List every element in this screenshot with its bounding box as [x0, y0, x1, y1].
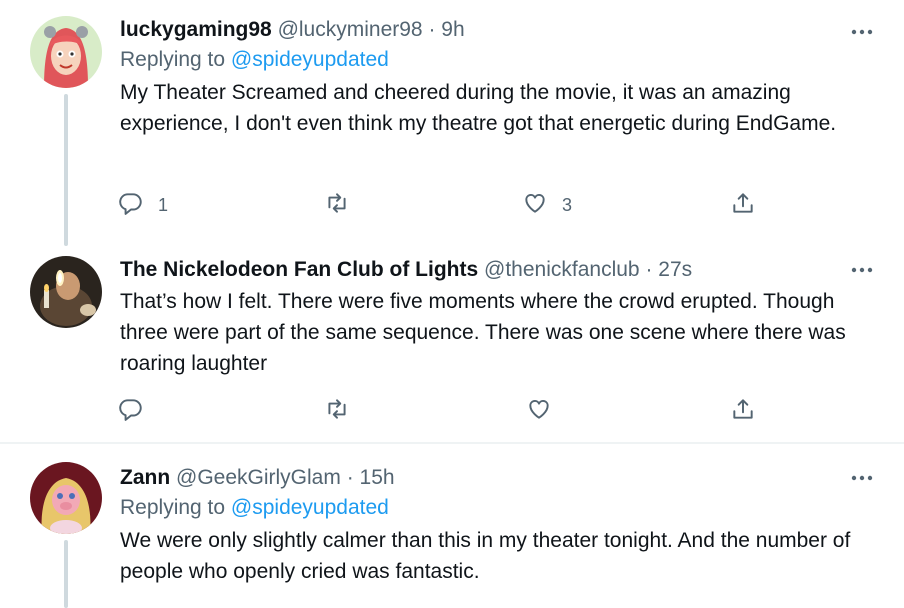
mention-link[interactable]: @spideyupdated [231, 496, 389, 519]
reply-button[interactable] [118, 396, 144, 426]
user-handle[interactable]: @GeekGirlyGlam [176, 466, 341, 489]
like-icon [522, 190, 548, 221]
tweet-geekgirlyglam[interactable]: Zann @GeekGirlyGlam · 15h Replying to @s… [0, 444, 904, 608]
separator-dot: · [428, 18, 436, 41]
thread-line [64, 94, 68, 246]
retweet-button[interactable] [324, 190, 350, 220]
tweet-luckygaming98[interactable]: luckygaming98 @luckyminer98 · 9h Replyin… [0, 0, 904, 246]
timestamp[interactable]: 9h [441, 18, 464, 41]
separator-dot: · [346, 466, 354, 489]
reply-button[interactable]: 1 [118, 190, 168, 220]
display-name[interactable]: luckygaming98 [120, 18, 272, 41]
display-name[interactable]: The Nickelodeon Fan Club of Lights [120, 258, 478, 281]
tweet-text: That’s how I felt. There were five momen… [120, 290, 846, 375]
tweet-text: We were only slightly calmer than this i… [120, 529, 851, 583]
separator-dot: · [645, 258, 653, 281]
like-button[interactable] [526, 396, 552, 426]
timestamp[interactable]: 15h [360, 466, 395, 489]
retweet-icon [324, 190, 350, 221]
more-options-icon[interactable] [850, 260, 874, 280]
replying-to: Replying to @spideyupdated [120, 45, 874, 75]
tweet-header: Zann @GeekGirlyGlam · 15h [120, 464, 874, 492]
replying-to-label: Replying to [120, 48, 226, 71]
user-handle[interactable]: @thenickfanclub [484, 258, 640, 281]
more-options-icon[interactable] [850, 468, 874, 488]
reply-icon [118, 396, 144, 427]
avatar[interactable] [30, 16, 102, 88]
display-name[interactable]: Zann [120, 466, 170, 489]
retweet-button[interactable] [324, 396, 350, 426]
tweet-header: The Nickelodeon Fan Club of Lights @then… [120, 256, 874, 284]
avatar[interactable] [30, 256, 102, 328]
user-handle[interactable]: @luckyminer98 [278, 18, 423, 41]
thread-line [64, 540, 68, 608]
avatar[interactable] [30, 462, 102, 534]
reply-icon [118, 190, 144, 221]
replying-to: Replying to @spideyupdated [120, 493, 874, 523]
share-icon [730, 190, 756, 221]
like-button[interactable]: 3 [522, 190, 572, 220]
tweet-text: My Theater Screamed and cheered during t… [120, 81, 837, 135]
tweet-actions [118, 396, 764, 426]
like-count: 3 [562, 194, 573, 215]
more-options-icon[interactable] [850, 22, 874, 42]
tweet-header: luckygaming98 @luckyminer98 · 9h [120, 16, 874, 44]
tweet-thenickfanclub[interactable]: The Nickelodeon Fan Club of Lights @then… [0, 246, 904, 442]
retweet-icon [324, 396, 350, 427]
timestamp[interactable]: 27s [658, 258, 692, 281]
replying-to-label: Replying to [120, 496, 226, 519]
reply-count: 1 [158, 194, 169, 215]
share-icon [730, 396, 756, 427]
tweet-actions: 1 3 [118, 190, 764, 220]
like-icon [526, 396, 552, 427]
mention-link[interactable]: @spideyupdated [231, 48, 389, 71]
share-button[interactable] [730, 190, 756, 220]
share-button[interactable] [730, 396, 756, 426]
